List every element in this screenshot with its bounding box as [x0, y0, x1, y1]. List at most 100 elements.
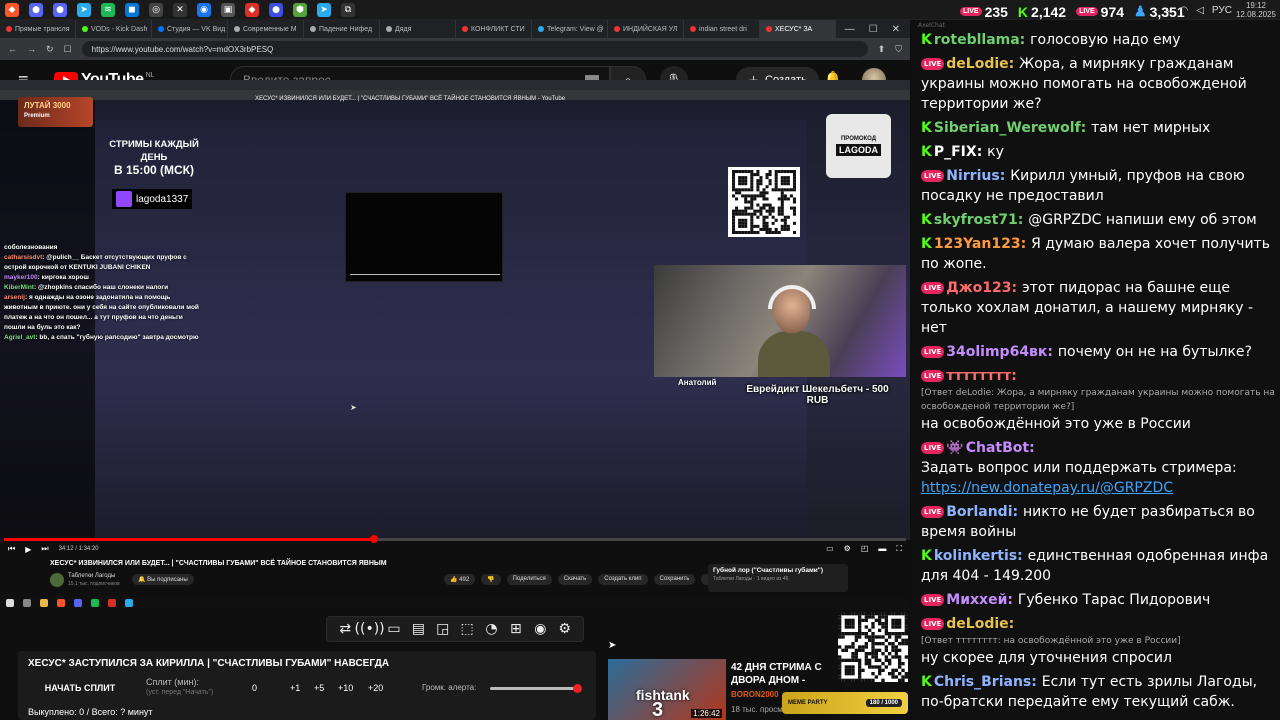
- extra-app-icon[interactable]: ⧉: [341, 2, 355, 17]
- region-icon[interactable]: ⬚: [457, 619, 477, 639]
- minimize-icon[interactable]: —: [845, 24, 855, 35]
- like-button[interactable]: 👍 492: [444, 574, 476, 585]
- telegram-icon[interactable]: ➤: [77, 2, 91, 17]
- chat-username[interactable]: Chris_Brians: [934, 674, 1031, 690]
- browser-tab[interactable]: Дядя: [380, 20, 456, 38]
- chat-username[interactable]: Джо123: [946, 280, 1011, 296]
- stream-thumbnail[interactable]: fishtank 3 1:26:42: [608, 659, 726, 720]
- speed-icon[interactable]: ◔: [482, 619, 502, 639]
- next-icon[interactable]: ⏭: [41, 544, 48, 554]
- app-icon[interactable]: ◼: [125, 2, 139, 17]
- split-minutes-value[interactable]: 0: [252, 683, 257, 693]
- camera-icon[interactable]: ◉: [530, 619, 550, 639]
- browser-tab[interactable]: Падение Нифед: [304, 20, 380, 38]
- video-player[interactable]: ХЕСУС* ИЗВИНИЛСЯ ИЛИ БУДЕТ... | "СЧАСТЛИ…: [0, 80, 910, 540]
- save-button[interactable]: Сохранить: [653, 574, 696, 585]
- chat-username[interactable]: 34olimp64вк: [946, 344, 1047, 360]
- volume-icon[interactable]: ◁: [1196, 5, 1204, 16]
- bookmark-icon[interactable]: ☐: [64, 44, 72, 55]
- browser-tab[interactable]: indian street dri: [684, 20, 760, 38]
- telegram-desktop-icon[interactable]: ➤: [317, 2, 331, 17]
- green-app-icon[interactable]: ⬢: [293, 2, 307, 17]
- brave-browser-icon[interactable]: ◆: [5, 2, 19, 17]
- screen-share-icon[interactable]: ▭: [384, 619, 404, 639]
- red-app-icon[interactable]: ◆: [245, 2, 259, 17]
- shield-icon[interactable]: ⛉: [895, 44, 902, 55]
- broadcast-icon[interactable]: ((•)): [355, 619, 385, 639]
- browser-tab[interactable]: Студия — VK Вид: [152, 20, 228, 38]
- add-box-icon[interactable]: ⊞: [506, 619, 526, 639]
- reload-icon[interactable]: ↻: [46, 44, 54, 55]
- settings-icon[interactable]: ⚙: [844, 544, 851, 554]
- gamepad-icon[interactable]: ▣: [221, 2, 235, 17]
- channel-name[interactable]: Таблетки Лагоды: [68, 573, 115, 579]
- close-icon[interactable]: ✕: [892, 24, 900, 35]
- chat-username[interactable]: rotebllama: [934, 32, 1020, 48]
- share-icon[interactable]: ⬆: [878, 44, 886, 55]
- miniplayer-icon[interactable]: ◰: [861, 544, 869, 554]
- browser-tab[interactable]: Прямые трансля: [0, 20, 76, 38]
- clapperboard-icon[interactable]: ▤: [408, 619, 428, 639]
- chat-username[interactable]: deLodie: [946, 616, 1008, 632]
- alert-volume-knob[interactable]: [573, 684, 582, 693]
- discord-alt-icon[interactable]: ●: [53, 2, 67, 17]
- seek-bar[interactable]: [4, 535, 906, 543]
- spotify-icon[interactable]: ≋: [101, 2, 115, 17]
- chat-username[interactable]: deLodie: [946, 56, 1008, 72]
- promo-stream-channel[interactable]: BORON2000: [731, 690, 779, 699]
- subscribed-button[interactable]: 🔔 Вы подписаны: [132, 574, 194, 585]
- subtitles-icon[interactable]: ▭: [826, 544, 834, 554]
- language-indicator[interactable]: РУС: [1212, 5, 1232, 16]
- discord-icon[interactable]: ●: [29, 2, 43, 17]
- alert-volume-slider[interactable]: [490, 684, 582, 693]
- chat-link[interactable]: https://new.donatepay.ru/@GRPZDC: [921, 480, 1173, 496]
- clip-button[interactable]: Создать клип: [598, 574, 648, 585]
- promo-stream-title[interactable]: 42 ДНЯ СТРИМА С ДВОРА ДНОМ - fishtank 3: [731, 661, 839, 687]
- download-button[interactable]: Скачать: [557, 574, 593, 585]
- chat-username[interactable]: тттттттт: [946, 368, 1011, 384]
- chat-username[interactable]: P_FIX: [934, 144, 977, 160]
- add-5-button[interactable]: +5: [314, 683, 324, 693]
- maximize-icon[interactable]: ☐: [869, 24, 878, 35]
- purple-app-icon[interactable]: ●: [269, 2, 283, 17]
- add-1-button[interactable]: +1: [290, 683, 300, 693]
- browser-tab[interactable]: ХЕСУС* ЗА: [760, 20, 836, 38]
- share-button[interactable]: Поделиться: [506, 574, 552, 585]
- browser-tab[interactable]: Современные М: [228, 20, 304, 38]
- browser-tab[interactable]: Telegram: View @: [532, 20, 608, 38]
- browser-tab[interactable]: КОНФЛИКТ СТИ: [456, 20, 532, 38]
- dislike-button[interactable]: 👎: [481, 574, 501, 585]
- chat-username[interactable]: 123Yan123: [934, 236, 1021, 252]
- play-icon[interactable]: ▶: [25, 545, 31, 554]
- forward-icon[interactable]: →: [27, 44, 36, 54]
- playlist-card[interactable]: Губной лор ("Счастливы губами") Таблетки…: [708, 564, 848, 592]
- theater-icon[interactable]: ▬: [878, 544, 886, 554]
- fullscreen-icon[interactable]: ⛶: [896, 544, 902, 554]
- chat-username[interactable]: skyfrost71: [934, 212, 1018, 228]
- add-20-button[interactable]: +20: [368, 683, 383, 693]
- previous-icon[interactable]: ⏮: [8, 544, 15, 554]
- close-app-icon[interactable]: ✕: [173, 2, 187, 17]
- chat-username[interactable]: Siberian_Werewolf: [934, 120, 1081, 136]
- chat-username[interactable]: ChatBot: [966, 440, 1029, 456]
- channel-avatar[interactable]: [50, 573, 64, 587]
- settings-icon[interactable]: ⚙: [555, 619, 575, 639]
- wifi-icon[interactable]: ◠: [1179, 5, 1188, 16]
- chat-username[interactable]: Миххей: [946, 592, 1007, 608]
- add-10-button[interactable]: +10: [338, 683, 353, 693]
- crop-icon[interactable]: ◲: [433, 619, 453, 639]
- loop-icon[interactable]: ⇄: [335, 619, 355, 639]
- chat-username[interactable]: kolinkertis: [934, 548, 1017, 564]
- url-field[interactable]: https://www.youtube.com/watch?v=mdOX3rbP…: [81, 41, 868, 57]
- chat-username[interactable]: Borlandi: [946, 504, 1012, 520]
- back-icon[interactable]: ←: [8, 44, 17, 54]
- browser-tab[interactable]: ИНДИЙСКАЯ УЛ: [608, 20, 684, 38]
- obs-icon[interactable]: ◎: [149, 2, 163, 17]
- kick-icon: K: [921, 236, 932, 252]
- chevron-down-icon[interactable]: ⌄: [1163, 5, 1171, 16]
- browser-tab[interactable]: VODs - Kick Dash: [76, 20, 152, 38]
- start-split-button[interactable]: НАЧАТЬ СПЛИТ: [28, 677, 132, 699]
- clock[interactable]: 19:12 12.08.2025: [1236, 1, 1276, 19]
- blue-app-icon[interactable]: ◉: [197, 2, 211, 17]
- chat-username[interactable]: Nirrius: [946, 168, 999, 184]
